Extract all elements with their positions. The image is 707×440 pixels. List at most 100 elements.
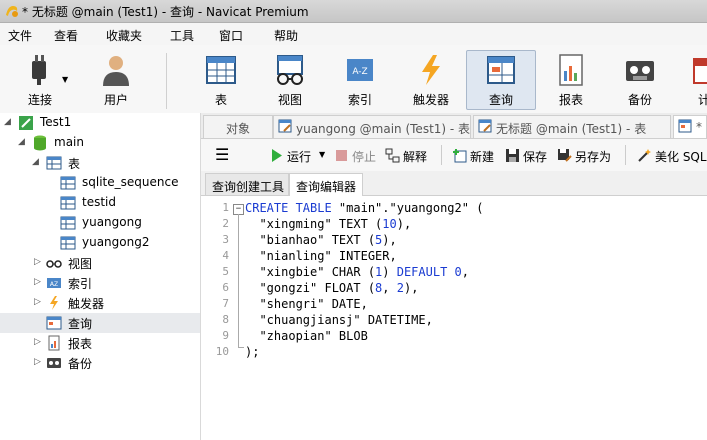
chevron-down-icon[interactable]: ▼ (319, 150, 325, 159)
tree-label-reports: 报表 (68, 337, 93, 351)
report-label: 报表 (558, 93, 583, 107)
index-icon: A-Z (347, 59, 373, 81)
code-token: ), (403, 281, 419, 295)
run-button[interactable]: 运行 ▼ (269, 147, 329, 165)
expand-arrow-icon[interactable]: ◢ (18, 137, 28, 147)
code-token: "gongzi" FLOAT ( (245, 281, 376, 295)
collapse-arrow-icon[interactable]: ▷ (34, 337, 44, 347)
explain-button[interactable]: 解释 (385, 147, 433, 165)
tab-yuangong-table[interactable]: yuangong @main (Test1) - 表 (273, 115, 471, 138)
line-number: 4 (222, 249, 229, 262)
trigger-label: 触发器 (412, 93, 449, 107)
table-button[interactable]: 表 (187, 51, 255, 109)
tree-label-views: 视图 (68, 257, 93, 271)
collapse-arrow-icon[interactable]: ▷ (34, 357, 44, 367)
tree-node-connection[interactable]: ◢ Test1 (0, 113, 200, 133)
menu-file[interactable]: 文件 (8, 27, 32, 44)
query-toolbar: ☰ 运行 ▼ 停止 解释 新建 保存 另存为 美化 SQL (201, 139, 707, 172)
save-as-button[interactable]: 另存为 (557, 147, 619, 165)
menu-view[interactable]: 查看 (54, 27, 78, 44)
lightning-icon (50, 296, 58, 310)
svg-text:A-Z: A-Z (352, 67, 367, 77)
new-button[interactable]: 新建 (452, 147, 498, 165)
tree-label-table: sqlite_sequence (82, 175, 179, 189)
trigger-button[interactable]: 触发器 (397, 51, 465, 109)
tree-node-triggers[interactable]: ▷ 触发器 (0, 293, 200, 313)
view-button[interactable]: 视图 (256, 51, 324, 109)
chevron-down-icon[interactable]: ▼ (62, 75, 68, 84)
tab-query-builder[interactable]: 查询创建工具 (205, 173, 289, 195)
beautify-sql-button[interactable]: 美化 SQL (637, 147, 707, 165)
fold-guide (238, 214, 239, 348)
code-token: "xingming" TEXT ( (245, 217, 383, 231)
report-icon (559, 54, 583, 86)
view-label: 视图 (277, 93, 302, 107)
stop-icon (336, 150, 347, 161)
code-line: "gongzi" FLOAT (8, 2), (245, 280, 483, 296)
new-query-icon (453, 149, 467, 163)
code-token: , (461, 265, 469, 279)
code-line: ); (245, 344, 483, 360)
report-icon (48, 335, 60, 351)
code-token: "zhaopian" BLOB (245, 329, 368, 343)
query-icon (487, 56, 515, 84)
tree-node-table[interactable]: sqlite_sequence (0, 173, 200, 193)
sql-code[interactable]: CREATE TABLE "main"."yuangong2" ( "xingm… (245, 200, 483, 360)
code-token: ); (245, 345, 260, 359)
connect-label: 连接 (27, 93, 52, 107)
menu-tools[interactable]: 工具 (170, 27, 194, 44)
connect-button[interactable]: ▼ 连接 (6, 51, 74, 109)
tree-node-table[interactable]: yuangong (0, 213, 200, 233)
line-number: 6 (222, 281, 229, 294)
tab-objects[interactable]: 对象 (203, 115, 273, 138)
line-number: 9 (222, 329, 229, 342)
tree-node-indexes[interactable]: ▷ AZ 索引 (0, 273, 200, 293)
menu-window[interactable]: 窗口 (219, 27, 243, 44)
tree-node-database[interactable]: ◢ main (0, 133, 200, 153)
expand-arrow-icon[interactable]: ◢ (4, 117, 14, 127)
collapse-arrow-icon[interactable]: ▷ (34, 257, 44, 267)
navicat-logo-icon (6, 6, 18, 17)
tree-label-table: testid (82, 195, 116, 209)
tree-node-queries[interactable]: 查询 (0, 313, 200, 333)
table-folder-icon (46, 156, 62, 170)
save-as-label: 另存为 (575, 150, 612, 164)
backup-icon (47, 358, 61, 368)
line-number: 1 (222, 201, 229, 214)
query-subtabs: 查询创建工具 查询编辑器 (201, 171, 707, 196)
menu-help[interactable]: 帮助 (274, 27, 298, 44)
code-token: "main"."yuangong2" ( (338, 201, 484, 215)
table-icon (60, 176, 76, 190)
tree-node-reports[interactable]: ▷ 报表 (0, 333, 200, 353)
menu-favorites[interactable]: 收藏夹 (106, 27, 142, 44)
query-button[interactable]: 查询 (466, 50, 536, 110)
tree-node-views[interactable]: ▷ 视图 (0, 253, 200, 273)
schedule-button[interactable]: 计 (676, 51, 707, 109)
expand-arrow-icon[interactable]: ◢ (32, 157, 42, 167)
tree-node-table[interactable]: yuangong2 (0, 233, 200, 253)
tab-query-editor[interactable]: 查询编辑器 (289, 173, 363, 196)
save-button[interactable]: 保存 (505, 147, 551, 165)
tab-objects-label: 对象 (226, 122, 251, 136)
table-icon (60, 196, 76, 210)
code-line: "bianhao" TEXT (5), (245, 232, 483, 248)
user-button[interactable]: 用户 (82, 51, 150, 109)
tree-node-table[interactable]: testid (0, 193, 200, 213)
collapse-arrow-icon[interactable]: ▷ (34, 297, 44, 307)
table-icon (206, 56, 236, 84)
tree-node-backups[interactable]: ▷ 备份 (0, 353, 200, 373)
stop-button[interactable]: 停止 (334, 147, 380, 165)
line-number: 2 (222, 217, 229, 230)
code-line: "xingming" TEXT (10), (245, 216, 483, 232)
collapse-arrow-icon[interactable]: ▷ (34, 277, 44, 287)
tab-untitled-table[interactable]: 无标题 @main (Test1) - 表 (473, 115, 671, 138)
hamburger-menu-icon[interactable]: ☰ (215, 145, 229, 164)
tree-label-connection: Test1 (40, 115, 72, 129)
backup-label: 备份 (627, 93, 652, 107)
backup-button[interactable]: 备份 (606, 51, 674, 109)
index-button[interactable]: A-Z 索引 (326, 51, 394, 109)
sql-editor[interactable]: 1 2 3 4 5 6 7 8 9 10 − CREATE TABLE "main"."yuang… (201, 196, 707, 440)
tab-current-query[interactable]: * (673, 115, 707, 138)
report-button[interactable]: 报表 (537, 51, 605, 109)
tree-node-tables[interactable]: ◢ 表 (0, 153, 200, 173)
